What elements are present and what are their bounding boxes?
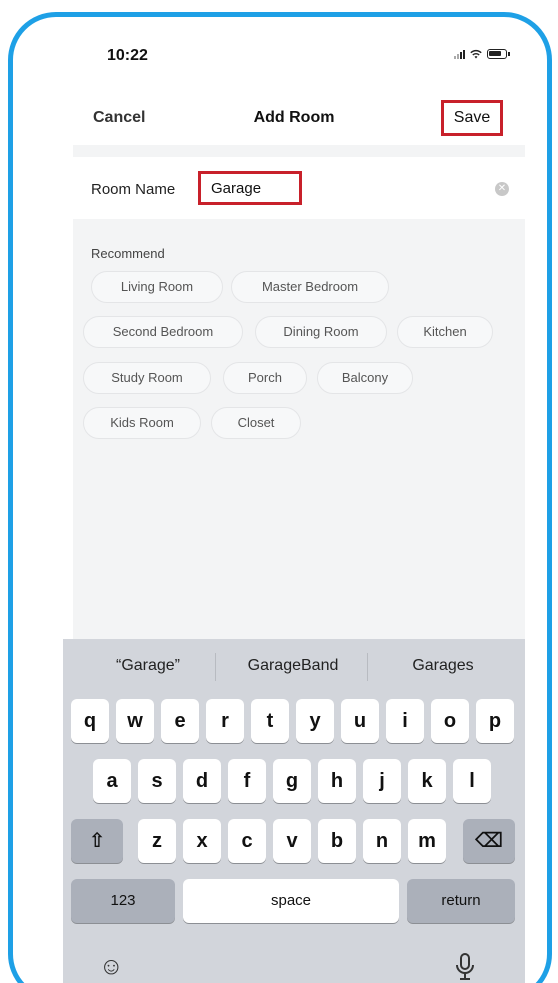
chip-dining-room[interactable]: Dining Room — [255, 316, 387, 348]
room-name-row: Room Name ✕ — [73, 157, 525, 219]
key-i[interactable]: i — [386, 699, 424, 743]
suggestion-bar: “Garage” GarageBand Garages — [63, 639, 525, 695]
recommend-title: Recommend — [91, 246, 165, 261]
key-q[interactable]: q — [71, 699, 109, 743]
chip-closet[interactable]: Closet — [211, 407, 301, 439]
key-v[interactable]: v — [273, 819, 311, 863]
wifi-icon — [470, 49, 482, 59]
key-d[interactable]: d — [183, 759, 221, 803]
recommend-section: Recommend Living Room Master Bedroom Sec… — [73, 219, 525, 639]
signal-icon — [454, 49, 465, 59]
screen: 10:22 Cancel Add Room Save Room Name ✕ R… — [63, 17, 525, 983]
key-z[interactable]: z — [138, 819, 176, 863]
chip-second-bedroom[interactable]: Second Bedroom — [83, 316, 243, 348]
emoji-icon[interactable]: ☺ — [99, 953, 124, 981]
key-c[interactable]: c — [228, 819, 266, 863]
suggestion-2[interactable]: GarageBand — [225, 657, 361, 675]
key-b[interactable]: b — [318, 819, 356, 863]
key-e[interactable]: e — [161, 699, 199, 743]
chip-balcony[interactable]: Balcony — [317, 362, 413, 394]
chip-kids-room[interactable]: Kids Room — [83, 407, 201, 439]
space-key[interactable]: space — [183, 879, 399, 923]
room-name-label: Room Name — [91, 181, 176, 198]
key-k[interactable]: k — [408, 759, 446, 803]
key-n[interactable]: n — [363, 819, 401, 863]
microphone-icon[interactable] — [455, 953, 475, 983]
keyboard: “Garage” GarageBand Garages q w e r t y … — [63, 639, 525, 983]
status-bar: 10:22 — [63, 17, 525, 87]
key-y[interactable]: y — [296, 699, 334, 743]
key-w[interactable]: w — [116, 699, 154, 743]
key-r[interactable]: r — [206, 699, 244, 743]
chip-master-bedroom[interactable]: Master Bedroom — [231, 271, 389, 303]
key-a[interactable]: a — [93, 759, 131, 803]
nav-bar: Cancel Add Room Save — [63, 92, 525, 142]
key-p[interactable]: p — [476, 699, 514, 743]
chip-kitchen[interactable]: Kitchen — [397, 316, 493, 348]
chip-study-room[interactable]: Study Room — [83, 362, 211, 394]
key-s[interactable]: s — [138, 759, 176, 803]
phone-frame: 10:22 Cancel Add Room Save Room Name ✕ R… — [8, 12, 552, 983]
delete-key[interactable]: ⌫ — [463, 819, 515, 863]
key-t[interactable]: t — [251, 699, 289, 743]
status-icons — [454, 49, 510, 59]
key-f[interactable]: f — [228, 759, 266, 803]
key-u[interactable]: u — [341, 699, 379, 743]
battery-icon — [487, 49, 510, 59]
suggestion-3[interactable]: Garages — [381, 657, 505, 675]
numbers-key[interactable]: 123 — [71, 879, 175, 923]
shift-key[interactable]: ⇧ — [71, 819, 123, 863]
clear-icon[interactable]: ✕ — [495, 182, 509, 196]
suggestion-1[interactable]: “Garage” — [83, 657, 213, 675]
key-h[interactable]: h — [318, 759, 356, 803]
return-key[interactable]: return — [407, 879, 515, 923]
save-button[interactable]: Save — [441, 100, 503, 136]
room-name-input[interactable] — [198, 171, 302, 205]
key-o[interactable]: o — [431, 699, 469, 743]
section-divider — [73, 145, 525, 157]
key-j[interactable]: j — [363, 759, 401, 803]
key-x[interactable]: x — [183, 819, 221, 863]
key-l[interactable]: l — [453, 759, 491, 803]
status-time: 10:22 — [107, 47, 148, 64]
key-m[interactable]: m — [408, 819, 446, 863]
key-g[interactable]: g — [273, 759, 311, 803]
chip-living-room[interactable]: Living Room — [91, 271, 223, 303]
chip-porch[interactable]: Porch — [223, 362, 307, 394]
